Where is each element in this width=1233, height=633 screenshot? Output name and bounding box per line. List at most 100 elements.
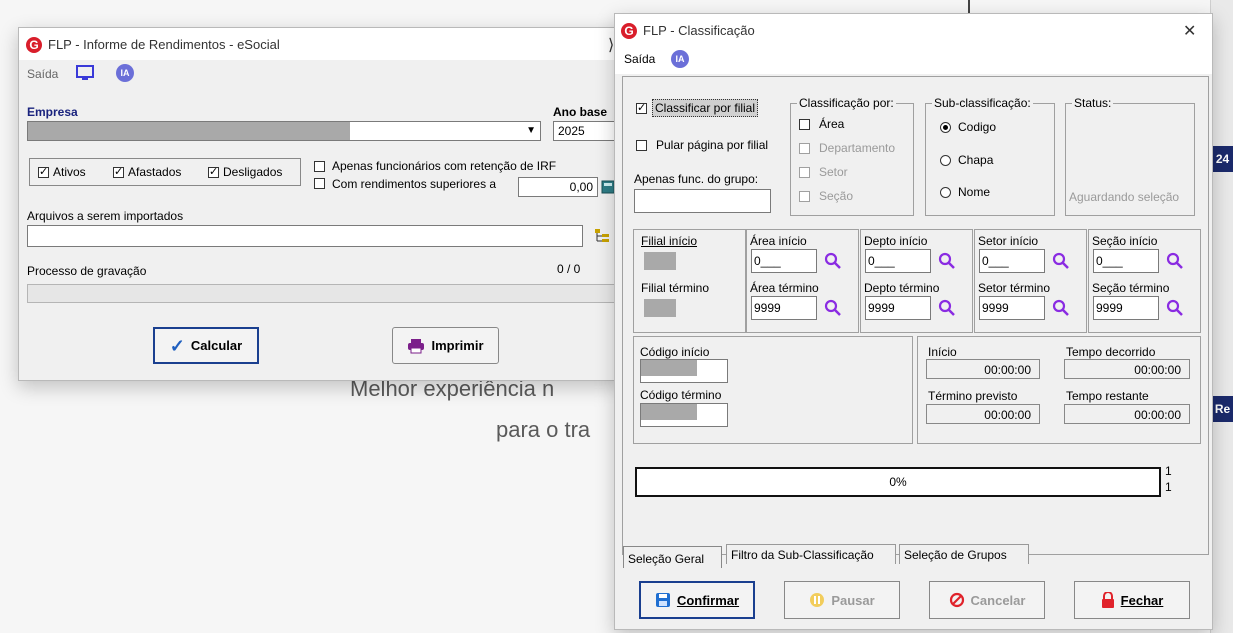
file-tree-icon[interactable] [593, 227, 611, 245]
search-icon[interactable] [824, 299, 842, 317]
codigo-termino-label: Código término [640, 388, 722, 402]
search-icon[interactable] [1166, 252, 1184, 270]
classificacao-por-group: Classificação por: Área Departamento Set… [790, 96, 914, 216]
chapa-radio[interactable] [940, 155, 951, 166]
depto-termino-field[interactable]: 9999 [865, 296, 931, 320]
empresa-redacted [28, 122, 350, 140]
pular-pagina-checkbox[interactable] [636, 140, 647, 151]
chevron-down-icon[interactable]: ▼ [526, 125, 536, 136]
codigo-termino-field[interactable] [640, 403, 728, 427]
empresa-label: Empresa [27, 105, 78, 119]
confirmar-button[interactable]: Confirmar [639, 581, 755, 619]
ativos-checkbox[interactable]: ✓ [38, 167, 49, 178]
imprimir-button[interactable]: Imprimir [392, 327, 499, 364]
informe-window: G FLP - Informe de Rendimentos - eSocial… [18, 27, 624, 381]
tab-selecao-grupos[interactable]: Seleção de Grupos [899, 544, 1029, 564]
desligados-checkbox[interactable]: ✓ [208, 167, 219, 178]
app-logo-icon: G [26, 37, 42, 53]
progress-counter-top: 1 [1165, 464, 1172, 478]
background-promo-line2: para o tra [496, 417, 591, 442]
classificar-filial-label: Classificar por filial [652, 99, 759, 117]
secao-range-group: Seção início 0___ Seção término 9999 [1088, 229, 1201, 333]
close-icon[interactable]: ✕ [1183, 21, 1196, 41]
ativos-label: Ativos [53, 165, 86, 179]
codigo-termino-redacted [641, 404, 697, 420]
tab-filtro-sub-classificacao[interactable]: Filtro da Sub-Classificação [726, 544, 896, 564]
pular-pagina-label: Pular página por filial [656, 138, 769, 152]
progress-bar: 0% [635, 467, 1161, 497]
monitor-icon[interactable] [76, 65, 94, 81]
background-badge-top: 24 [1212, 146, 1233, 172]
apenas-irf-checkbox[interactable] [314, 161, 325, 172]
calculator-icon[interactable] [601, 180, 615, 194]
area-termino-label: Área término [750, 281, 819, 295]
nome-radio[interactable] [940, 187, 951, 198]
tempo-decorrido-field: 00:00:00 [1064, 359, 1190, 379]
background-right-panel [1210, 0, 1233, 633]
filial-termino-field[interactable] [644, 299, 676, 317]
departamento-checkbox [799, 143, 810, 154]
informe-titlebar: G FLP - Informe de Rendimentos - eSocial… [19, 28, 623, 60]
ano-base-field[interactable]: 2025 [553, 121, 617, 141]
search-icon[interactable] [938, 252, 956, 270]
status-group: Status: Aguardando seleção [1065, 96, 1195, 216]
setor-checkbox [799, 167, 810, 178]
lock-icon [1101, 592, 1114, 608]
search-icon[interactable] [1052, 252, 1070, 270]
classificacao-titlebar: G FLP - Classificação ✕ [615, 14, 1212, 44]
area-inicio-field[interactable]: 0___ [751, 249, 817, 273]
pause-icon [810, 593, 825, 607]
save-icon [655, 593, 670, 607]
filial-inicio-field[interactable] [644, 252, 676, 270]
calcular-button[interactable]: ✓ Calcular [153, 327, 259, 364]
pausar-button[interactable]: Pausar [784, 581, 900, 619]
apenas-irf-label: Apenas funcionários com retenção de IRF [332, 159, 557, 173]
area-termino-field[interactable]: 9999 [751, 296, 817, 320]
arquivos-field[interactable] [27, 225, 583, 247]
setor-inicio-label: Setor início [978, 234, 1039, 248]
empresa-select[interactable]: ▼ [27, 121, 541, 141]
ia-assistant-icon[interactable]: IA [671, 50, 689, 68]
com-rendimentos-checkbox[interactable] [314, 178, 325, 189]
depto-termino-label: Depto término [864, 281, 940, 295]
search-icon[interactable] [1052, 299, 1070, 317]
chapa-label: Chapa [958, 153, 994, 167]
afastados-label: Afastados [128, 165, 182, 179]
search-icon[interactable] [1166, 299, 1184, 317]
menu-saida[interactable]: Saída [27, 67, 58, 81]
progress-counter-bottom: 1 [1165, 480, 1172, 494]
rendimento-value-field[interactable]: 0,00 [518, 177, 598, 197]
secao-label: Seção [819, 189, 854, 203]
tab-selecao-geral[interactable]: Seleção Geral [623, 546, 722, 568]
printer-icon [408, 338, 425, 353]
codigo-range-group: Código início Código término [633, 336, 913, 444]
codigo-inicio-label: Código início [640, 345, 710, 359]
depto-inicio-field[interactable]: 0___ [865, 249, 931, 273]
setor-termino-label: Setor término [978, 281, 1051, 295]
setor-termino-field[interactable]: 9999 [979, 296, 1045, 320]
afastados-checkbox[interactable]: ✓ [113, 167, 124, 178]
fechar-button[interactable]: Fechar [1074, 581, 1190, 619]
status-aguardando: Aguardando seleção [1069, 190, 1180, 204]
nome-label: Nome [958, 185, 991, 199]
cancelar-button[interactable]: Cancelar [929, 581, 1045, 619]
setor-inicio-field[interactable]: 0___ [979, 249, 1045, 273]
menu-saida[interactable]: Saída [624, 52, 655, 66]
secao-termino-field[interactable]: 9999 [1093, 296, 1159, 320]
search-icon[interactable] [824, 252, 842, 270]
filial-range-group: Filial início Filial término [633, 229, 746, 333]
apenas-grupo-label: Apenas func. do grupo: [634, 172, 759, 186]
ia-assistant-icon[interactable]: IA [116, 64, 134, 82]
processo-count: 0 / 0 [557, 262, 581, 276]
search-icon[interactable] [938, 299, 956, 317]
codigo-inicio-field[interactable] [640, 359, 728, 383]
area-checkbox[interactable] [799, 119, 810, 130]
secao-inicio-field[interactable]: 0___ [1093, 249, 1159, 273]
apenas-grupo-field[interactable] [634, 189, 771, 213]
classificar-filial-checkbox[interactable]: ✓ [636, 103, 647, 114]
background-badge-bottom: Re [1212, 396, 1233, 422]
status-filter-group: ✓ Ativos ✓ Afastados ✓ Desligados [29, 158, 301, 186]
codigo-radio[interactable] [940, 122, 951, 133]
setor-label: Setor [819, 165, 848, 179]
setor-range-group: Setor início 0___ Setor término 9999 [974, 229, 1087, 333]
